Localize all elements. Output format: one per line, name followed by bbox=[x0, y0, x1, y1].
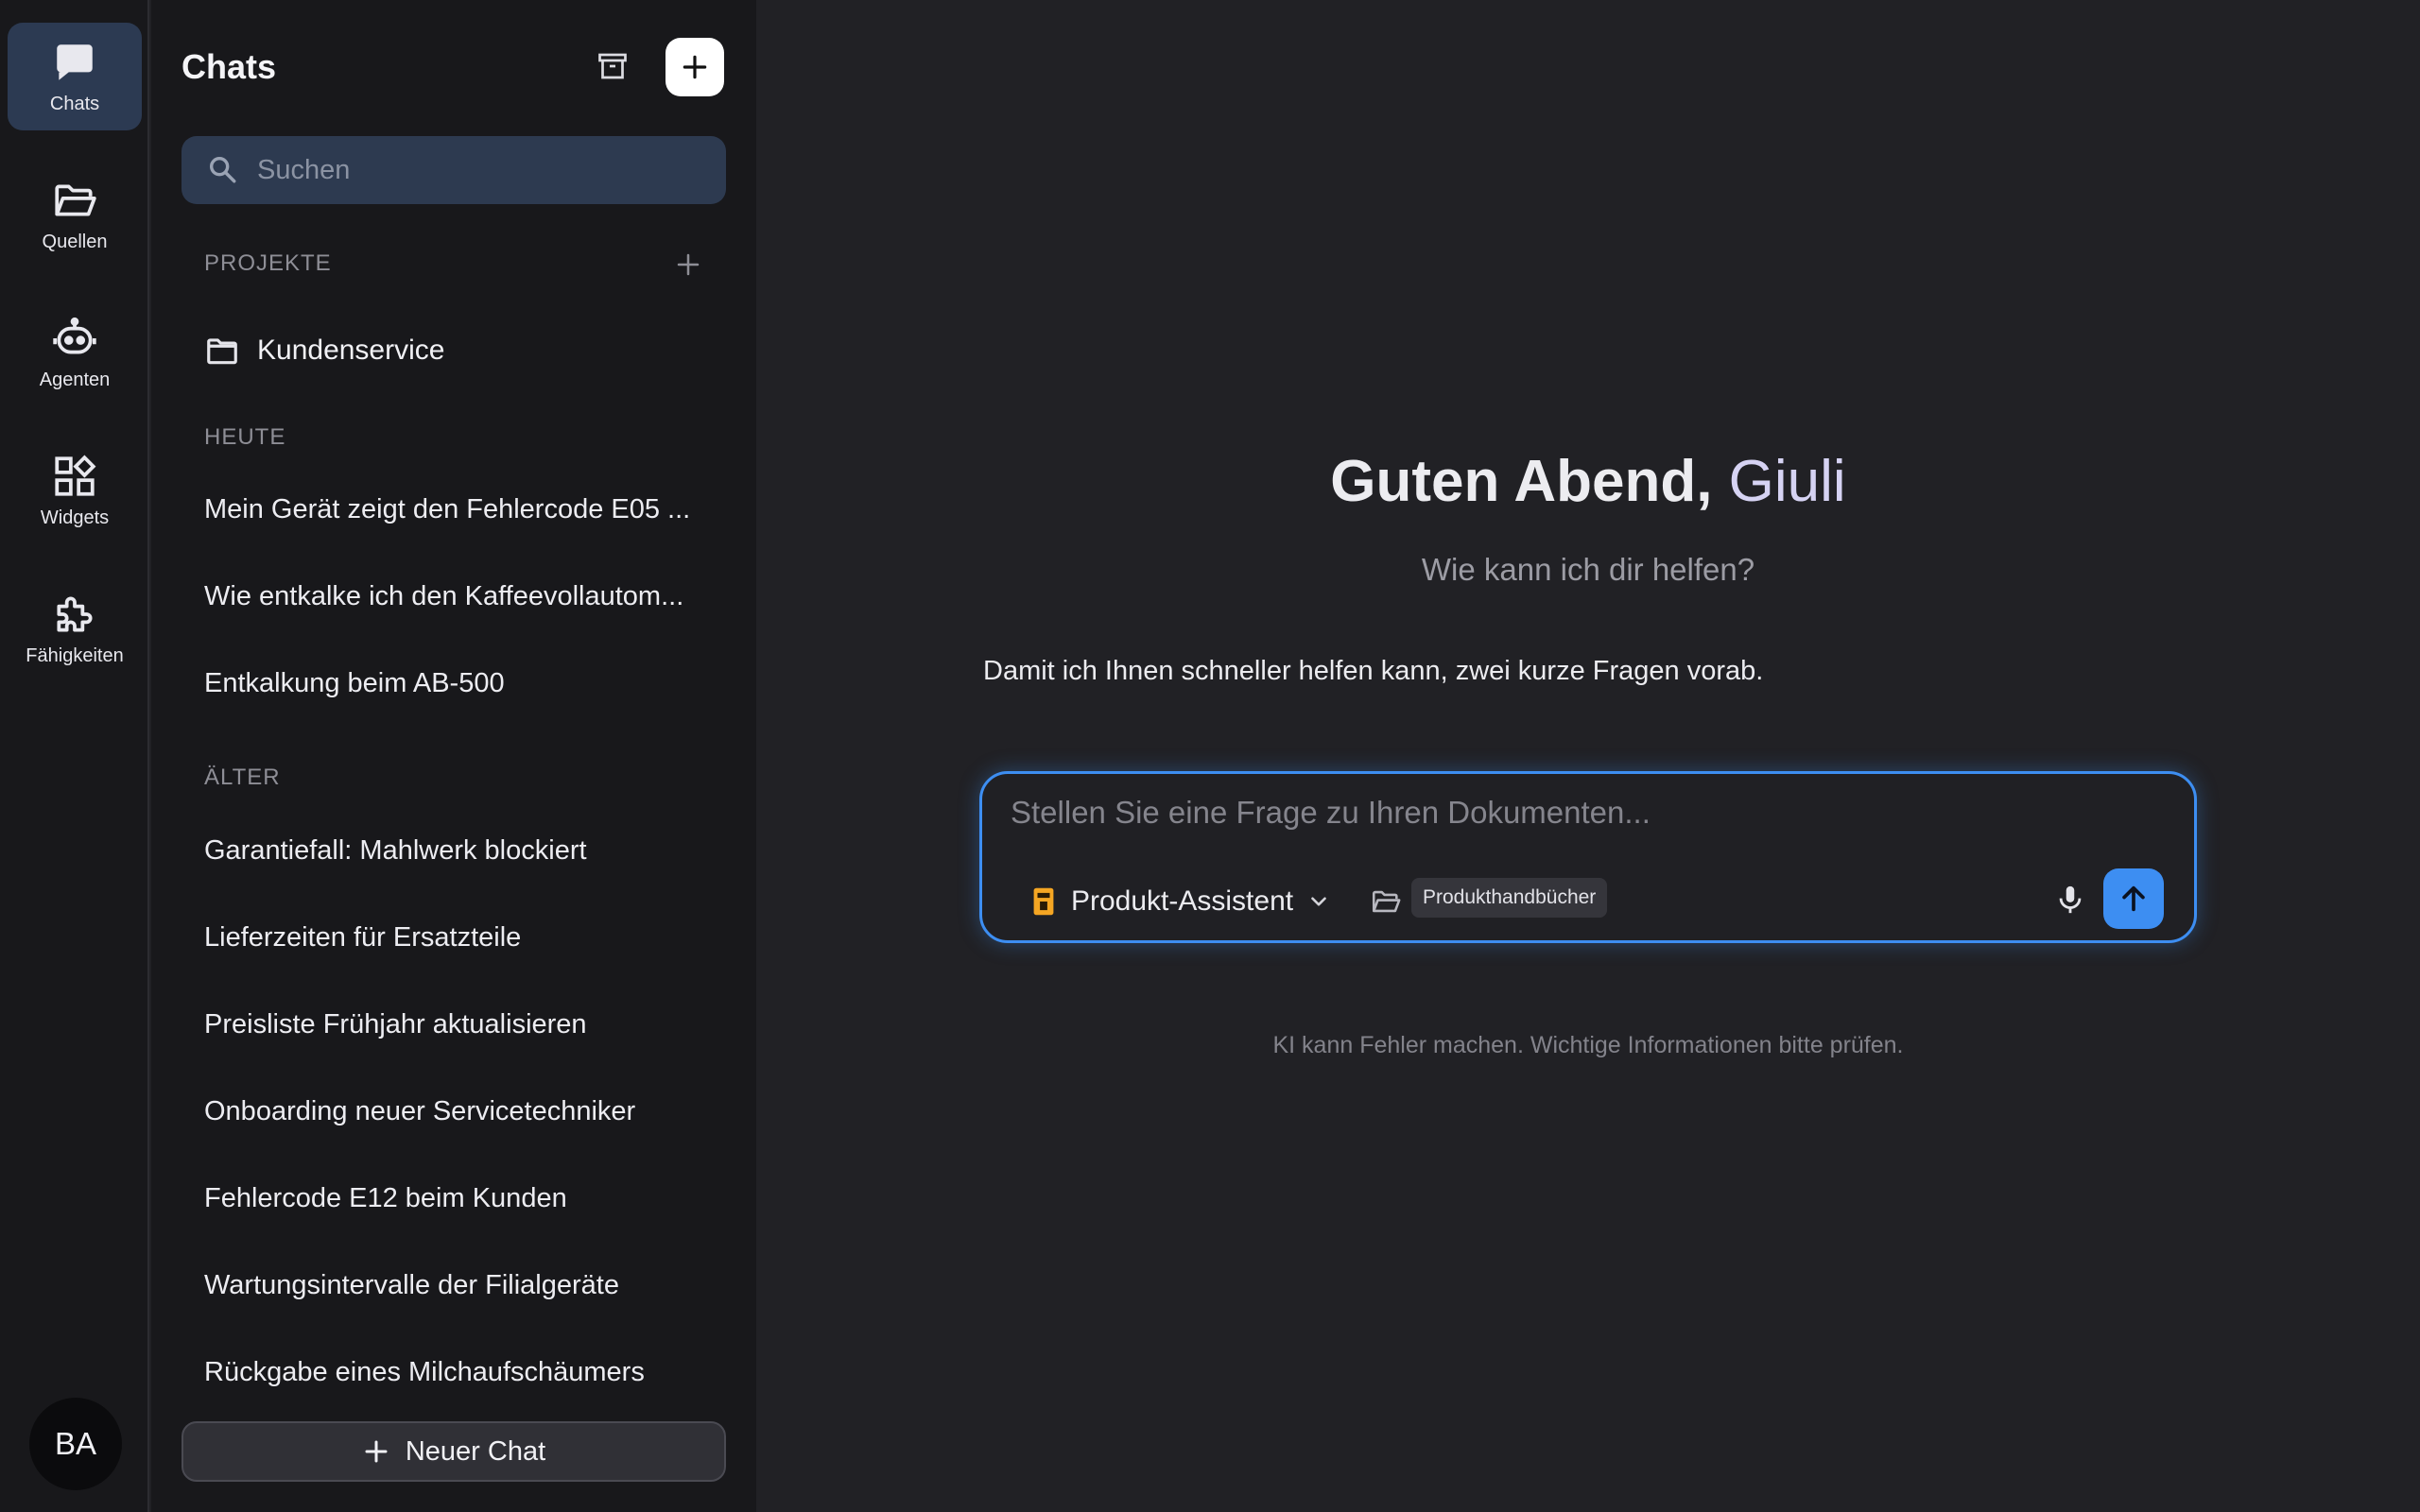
rail-label: Chats bbox=[49, 93, 100, 114]
rail-item-agenten[interactable]: Agenten bbox=[8, 299, 142, 406]
rail-item-widgets[interactable]: Widgets bbox=[8, 437, 142, 544]
chat-item-title: Wartungsintervalle der Filialgeräte bbox=[204, 1269, 619, 1300]
plus-icon bbox=[365, 1440, 388, 1463]
intro-message: Damit ich Ihnen schneller helfen kann, z… bbox=[983, 656, 1764, 686]
chat-item-title: Rückgabe eines Milchaufschäumers bbox=[204, 1356, 645, 1387]
project-item-kundenservice[interactable]: Kundenservice bbox=[204, 327, 715, 374]
chat-item-title: Fehlercode E12 beim Kunden bbox=[204, 1182, 567, 1213]
search-box bbox=[182, 136, 726, 204]
older-section-label: ÄLTER bbox=[204, 765, 281, 790]
agent-selector[interactable]: Produkt-Assistent bbox=[1031, 878, 1331, 925]
robot-icon bbox=[53, 317, 96, 353]
chat-sidebar: Chats PROJEKTE Kundenservice HEUTE Mein … bbox=[151, 0, 756, 1512]
chat-list-item[interactable]: Garantiefall: Mahlwerk blockiert bbox=[204, 822, 715, 879]
chat-item-title: Onboarding neuer Servicetechniker bbox=[204, 1095, 636, 1126]
avatar[interactable]: BA bbox=[29, 1398, 122, 1490]
new-chat-label: Neuer Chat bbox=[405, 1435, 546, 1467]
chat-list-item[interactable]: Preisliste Frühjahr aktualisieren bbox=[204, 996, 715, 1053]
chat-list-item[interactable]: Wie entkalke ich den Kaffeevollautom... bbox=[204, 568, 715, 625]
chat-item-title: Preisliste Frühjahr aktualisieren bbox=[204, 1008, 587, 1040]
chat-item-title: Wie entkalke ich den Kaffeevollautom... bbox=[204, 580, 684, 611]
chat-list-item[interactable]: Rückgabe eines Milchaufschäumers bbox=[204, 1344, 715, 1400]
chat-item-title: Mein Gerät zeigt den Fehlercode E05 ... bbox=[204, 493, 691, 524]
rail-label: Widgets bbox=[40, 507, 110, 528]
rail-item-faehigkeiten[interactable]: Fähigkeiten bbox=[8, 575, 142, 682]
send-button[interactable] bbox=[2103, 868, 2164, 929]
chat-list-item[interactable]: Entkalkung beim AB-500 bbox=[204, 655, 715, 712]
folder-open-icon bbox=[55, 184, 96, 215]
rail-label: Quellen bbox=[42, 231, 108, 252]
agent-label: Produkt-Assistent bbox=[1071, 885, 1294, 917]
search-input[interactable] bbox=[257, 136, 711, 204]
chat-item-title: Entkalkung beim AB-500 bbox=[204, 667, 505, 698]
plus-icon bbox=[683, 55, 707, 79]
chevron-down-icon bbox=[1311, 897, 1326, 906]
chat-list-item[interactable]: Onboarding neuer Servicetechniker bbox=[204, 1083, 715, 1140]
project-label: Kundenservice bbox=[257, 335, 445, 366]
greeting-subtitle: Wie kann ich dir helfen? bbox=[1421, 552, 1755, 587]
greeting-name: Giuli bbox=[1728, 449, 1846, 514]
microphone-button[interactable] bbox=[2047, 876, 2094, 923]
puzzle-icon bbox=[57, 595, 93, 632]
chat-item-title: Garantiefall: Mahlwerk blockiert bbox=[204, 834, 587, 866]
coffee-machine-icon bbox=[1033, 887, 1054, 916]
source-chip[interactable]: Produkthandbücher bbox=[1411, 878, 1608, 918]
icon-rail: Chats Quellen Agenten Widgets Fähigkeite… bbox=[0, 0, 149, 1512]
ai-disclaimer: KI kann Fehler machen. Wichtige Informat… bbox=[1272, 1032, 1904, 1058]
new-chat-button[interactable]: Neuer Chat bbox=[182, 1421, 726, 1482]
folder-icon bbox=[207, 338, 237, 365]
microphone-icon bbox=[2059, 885, 2082, 914]
chat-list-item[interactable]: Wartungsintervalle der Filialgeräte bbox=[204, 1257, 715, 1314]
rail-label: Fähigkeiten bbox=[26, 644, 124, 666]
chat-list-item[interactable]: Mein Gerät zeigt den Fehlercode E05 ... bbox=[204, 481, 715, 538]
folder-open-icon bbox=[1372, 890, 1401, 913]
arrow-up-icon bbox=[2122, 885, 2145, 912]
chat-item-title: Lieferzeiten für Ersatzteile bbox=[204, 921, 522, 953]
sidebar-title: Chats bbox=[182, 47, 277, 86]
plus-icon bbox=[677, 253, 700, 276]
greeting-prefix: Guten Abend, bbox=[1330, 449, 1729, 514]
widgets-icon bbox=[55, 455, 96, 496]
rail-item-chats[interactable]: Chats bbox=[8, 23, 142, 130]
chat-list-item[interactable]: Fehlercode E12 beim Kunden bbox=[204, 1170, 715, 1227]
rail-item-quellen[interactable]: Quellen bbox=[8, 161, 142, 268]
greeting-heading: Guten Abend, Giuli bbox=[756, 448, 2420, 515]
message-input[interactable] bbox=[1011, 795, 2145, 846]
today-section-label: HEUTE bbox=[204, 424, 286, 450]
rail-label: Agenten bbox=[39, 369, 111, 390]
archive-icon bbox=[598, 53, 627, 79]
new-chat-icon-button[interactable] bbox=[666, 38, 724, 96]
search-icon bbox=[209, 156, 236, 183]
chat-list-item[interactable]: Lieferzeiten für Ersatzteile bbox=[204, 909, 715, 966]
main-content: Guten Abend, Giuli Wie kann ich dir helf… bbox=[756, 0, 2420, 1512]
archive-button[interactable] bbox=[592, 45, 633, 87]
chat-bubble-icon bbox=[57, 43, 93, 80]
add-project-button[interactable] bbox=[671, 248, 705, 282]
projects-section-label: PROJEKTE bbox=[204, 250, 332, 276]
chat-composer: Produkt-Assistent Produkthandbücher bbox=[979, 771, 2197, 943]
